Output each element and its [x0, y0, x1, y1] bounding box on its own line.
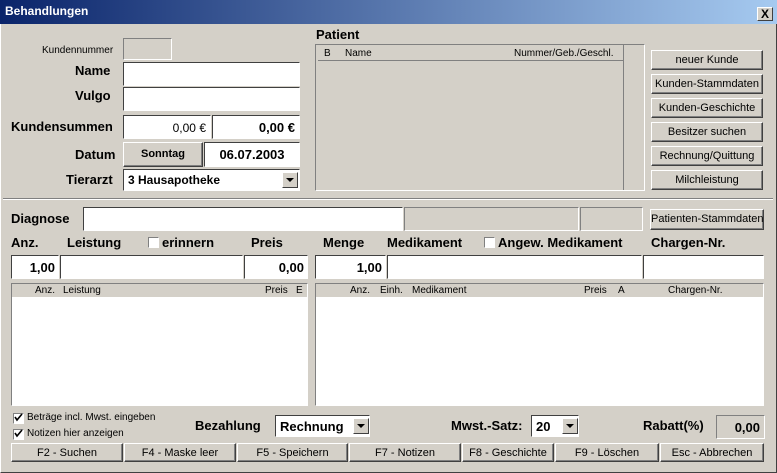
chevron-down-icon [357, 424, 365, 428]
erinnern-label: erinnern [162, 235, 215, 250]
menge-input[interactable]: 1,00 [315, 255, 386, 279]
esc-abbrechen-button[interactable]: Esc - Abbrechen [660, 443, 764, 462]
check-icon [14, 413, 23, 422]
mwst-dropdown-button[interactable] [562, 418, 578, 434]
kundennummer-field[interactable] [123, 38, 172, 60]
erinnern-checkbox[interactable] [148, 237, 159, 248]
patient-list[interactable] [315, 44, 645, 191]
patient-col-nummer: Nummer/Geb./Geschl. [514, 48, 614, 59]
f9-loeschen-button[interactable]: F9 - Löschen [555, 443, 659, 462]
patient-col-b: B [324, 48, 331, 59]
medikament-list-body[interactable] [316, 297, 763, 405]
window-title: Behandlungen [5, 4, 89, 18]
f2-suchen-button[interactable]: F2 - Suchen [11, 443, 123, 462]
medikament-col-a: A [618, 285, 625, 296]
medikament-col-einh: Einh. [380, 285, 403, 296]
kundensummen-label: Kundensummen [11, 119, 113, 134]
medikament-col-anz: Anz. [350, 285, 371, 296]
patient-label: Patient [316, 27, 360, 42]
f4-maske-leer-button[interactable]: F4 - Maske leer [124, 443, 236, 462]
leistung-input[interactable] [60, 255, 243, 279]
tierarzt-value: 3 Hausapotheke [128, 173, 221, 187]
angew-checkbox[interactable] [484, 237, 495, 248]
menge-label: Menge [323, 235, 365, 250]
close-button[interactable]: X [757, 7, 773, 21]
vulgo-label: Vulgo [75, 88, 111, 103]
milchleistung-button[interactable]: Milchleistung [651, 170, 763, 190]
diagnose-label: Diagnose [11, 211, 70, 226]
kundennummer-label: Kundennummer [42, 45, 114, 56]
mwst-label: Mwst.-Satz: [451, 418, 523, 433]
chargen-input[interactable] [643, 255, 764, 279]
vulgo-input[interactable] [123, 87, 300, 111]
medikament-list[interactable] [315, 283, 764, 406]
preis-input[interactable]: 0,00 [244, 255, 308, 279]
anz-input[interactable]: 1,00 [11, 255, 59, 279]
kunden-geschichte-button[interactable]: Kunden-Geschichte [651, 98, 763, 118]
leistung-label: Leistung [67, 235, 122, 250]
neuer-kunde-button[interactable]: neuer Kunde [651, 50, 763, 70]
kundensumme-2: 0,00 € [212, 115, 300, 139]
chevron-down-icon [286, 178, 294, 182]
preis-label: Preis [251, 235, 283, 250]
medikament-col-medikament: Medikament [412, 285, 467, 296]
date-input[interactable]: 06.07.2003 [204, 142, 300, 167]
rabatt-label: Rabatt(%) [643, 418, 704, 433]
patient-scroll-divider [623, 45, 624, 190]
close-icon: X [760, 7, 769, 21]
f5-speichern-button[interactable]: F5 - Speichern [237, 443, 348, 462]
medikament-input[interactable] [387, 255, 642, 279]
bezahlung-label: Bezahlung [195, 418, 261, 433]
tierarzt-label: Tierarzt [66, 172, 113, 187]
leistung-col-preis: Preis [265, 285, 288, 296]
patient-col-name: Name [345, 48, 372, 59]
mwst-value: 20 [536, 419, 551, 434]
rechnung-quittung-button[interactable]: Rechnung/Quittung [651, 146, 763, 166]
f8-geschichte-button[interactable]: F8 - Geschichte [462, 443, 554, 462]
name-label: Name [75, 63, 111, 78]
medikament-col-preis: Preis [584, 285, 607, 296]
leistung-list[interactable] [11, 283, 308, 406]
notizen-label: Notizen hier anzeigen [27, 428, 124, 439]
section-divider [3, 198, 773, 200]
leistung-col-leistung: Leistung [63, 285, 101, 296]
tierarzt-select[interactable]: 3 Hausapotheke [123, 169, 300, 191]
medikament-label: Medikament [387, 235, 463, 250]
notizen-checkbox[interactable] [13, 429, 24, 440]
leistung-list-body[interactable] [12, 297, 307, 405]
anz-label: Anz. [11, 235, 39, 250]
patienten-stammdaten-button[interactable]: Patienten-Stammdaten [650, 209, 764, 230]
kundensumme-1: 0,00 € [123, 115, 211, 139]
chargen-label: Chargen-Nr. [651, 235, 726, 250]
angew-label: Angew. Medikament [498, 235, 623, 250]
kunden-stammdaten-button[interactable]: Kunden-Stammdaten [651, 74, 763, 94]
f7-notizen-button[interactable]: F7 - Notizen [349, 443, 461, 462]
rabatt-field: 0,00 [716, 415, 765, 439]
betraege-checkbox[interactable] [13, 413, 24, 424]
diagnose-input[interactable] [83, 207, 403, 231]
bezahlung-dropdown-button[interactable] [353, 418, 369, 434]
diagnose-field-2 [404, 207, 579, 231]
betraege-label: Beträge incl. Mwst. eingeben [27, 412, 156, 423]
name-input[interactable] [123, 62, 300, 86]
patient-header-divider [318, 60, 623, 61]
check-icon [14, 429, 23, 438]
leistung-col-e: E [296, 285, 303, 296]
medikament-col-chargen: Chargen-Nr. [668, 285, 723, 296]
tierarzt-dropdown-button[interactable] [282, 172, 298, 188]
chevron-down-icon [566, 424, 574, 428]
bezahlung-value: Rechnung [280, 419, 344, 434]
title-bar [0, 0, 777, 24]
diagnose-field-3 [580, 207, 643, 231]
weekday-button[interactable]: Sonntag [123, 142, 203, 167]
datum-label: Datum [75, 147, 116, 162]
leistung-col-anz: Anz. [35, 285, 56, 296]
besitzer-suchen-button[interactable]: Besitzer suchen [651, 122, 763, 142]
